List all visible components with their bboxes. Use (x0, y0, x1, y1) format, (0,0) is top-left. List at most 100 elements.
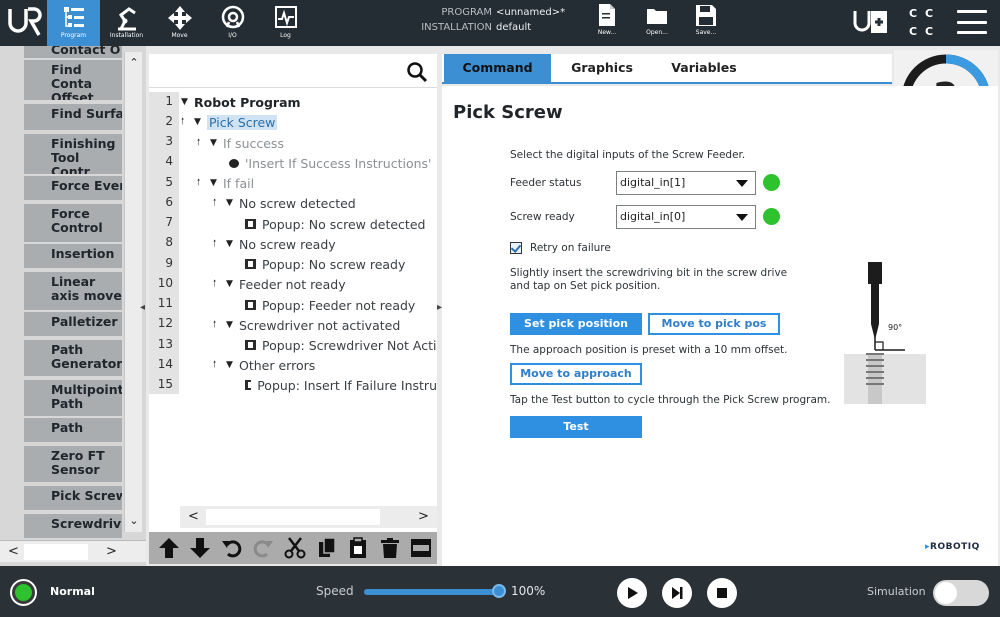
node-item[interactable]: Contact O (24, 46, 122, 58)
line-number: 5 (165, 175, 173, 189)
tree-row[interactable]: Popup: No screw ready (245, 254, 405, 274)
tree-row[interactable]: ▼ Robot Program (181, 92, 301, 112)
node-item[interactable]: Find Conta Offset (24, 60, 122, 100)
tree-row[interactable]: 🠑 ▼ No screw ready (213, 234, 336, 254)
tab-graphics[interactable]: Graphics (552, 54, 652, 82)
scroll-down-icon[interactable]: ⌄ (125, 514, 143, 527)
scroll-left-icon[interactable]: < (188, 509, 199, 524)
node-item[interactable]: Force Even (24, 176, 122, 200)
scroll-left-icon[interactable]: < (8, 544, 19, 559)
tab-command[interactable]: Command (444, 54, 551, 82)
scroll-right-icon[interactable]: > (418, 509, 429, 524)
copy-button[interactable] (311, 533, 343, 563)
redo-button[interactable] (248, 533, 280, 563)
node-list-hscroll[interactable]: < > (0, 540, 146, 562)
cc-letter: C (908, 25, 918, 38)
expand-arrow-icon[interactable]: ▼ (210, 178, 223, 188)
tree-row[interactable]: Popup: Screwdriver Not Acti (245, 335, 437, 355)
new-button[interactable]: New... (590, 3, 624, 43)
node-item[interactable]: Insertion (24, 244, 122, 268)
delete-button[interactable] (374, 533, 406, 563)
screw-ready-value: digital_in[0] (620, 210, 686, 223)
feeder-status-select[interactable]: digital_in[1] (616, 171, 756, 195)
speed-slider-handle[interactable] (492, 584, 506, 598)
paste-button[interactable] (342, 533, 374, 563)
move-down-button[interactable] (185, 533, 217, 563)
node-item[interactable]: Path Generator (24, 340, 122, 376)
node-item[interactable]: Screwdrivi (24, 514, 122, 538)
node-item[interactable]: Find Surfa (24, 104, 122, 130)
node-list-scrollbar[interactable]: ⌃ ⌄ (124, 52, 142, 532)
cc-letter: C (908, 7, 918, 20)
step-button[interactable] (662, 578, 692, 608)
save-button[interactable]: Save... (689, 3, 723, 43)
hamburger-menu-icon[interactable] (957, 10, 987, 34)
line-number: 14 (157, 357, 173, 371)
ur-plus-icon[interactable] (853, 9, 889, 35)
tree-row[interactable]: 🠑 ▼ If success (197, 133, 284, 153)
ur-logo-icon[interactable] (6, 6, 42, 40)
nav-program[interactable]: Program (47, 0, 100, 46)
node-item[interactable]: Palletizer (24, 312, 122, 336)
node-item[interactable]: Path (24, 418, 122, 442)
node-item[interactable]: Force Control (24, 204, 122, 242)
tab-variables[interactable]: Variables (654, 54, 754, 82)
nav-installation[interactable]: Installation (100, 0, 153, 46)
tree-row[interactable]: 🠑 ▼ Other errors (213, 355, 315, 375)
nav-program-label: Program (60, 32, 87, 39)
play-button[interactable] (617, 578, 647, 608)
stop-button[interactable] (707, 578, 737, 608)
nav-log[interactable]: Log (259, 0, 312, 46)
move-to-pick-pos-button[interactable]: Move to pick pos (648, 313, 780, 335)
scroll-up-icon[interactable]: ⌃ (125, 56, 143, 69)
suppress-button[interactable] (406, 533, 438, 563)
scroll-thumb[interactable] (206, 509, 380, 525)
expand-arrow-icon[interactable]: ▼ (181, 97, 194, 107)
expand-arrow-icon[interactable]: ▼ (226, 239, 239, 249)
node-item[interactable]: Pick Screw (24, 486, 122, 510)
copy-icon (318, 537, 336, 557)
test-button[interactable]: Test (510, 416, 642, 438)
tree-hscroll[interactable]: < > (180, 506, 437, 528)
expand-arrow-icon[interactable]: ▼ (210, 138, 223, 148)
open-button[interactable]: Open... (640, 3, 674, 43)
expand-arrow-icon[interactable]: ▼ (226, 320, 239, 330)
cut-button[interactable] (279, 533, 311, 563)
undo-button[interactable] (216, 533, 248, 563)
expand-arrow-icon[interactable]: ▼ (194, 117, 207, 127)
installation-name: default (496, 22, 532, 33)
io-icon (221, 5, 244, 29)
tree-row[interactable]: 'Insert If Success Instructions' (229, 153, 431, 173)
tree-row[interactable]: 🠑 ▼ No screw detected (213, 193, 356, 213)
move-up-button[interactable] (153, 533, 185, 563)
node-item[interactable]: Finishing Tool Contr (24, 134, 122, 174)
collapse-left-icon[interactable]: ◂ (140, 302, 145, 313)
tree-toolbar (149, 532, 437, 564)
tree-row[interactable]: Popup: No screw detected (245, 214, 425, 234)
move-to-approach-button[interactable]: Move to approach (510, 363, 642, 385)
node-item[interactable]: Zero FT Sensor (24, 446, 122, 482)
tree-row[interactable]: Popup: Insert If Failure Instru (245, 375, 437, 395)
tree-row[interactable]: Popup: Feeder not ready (245, 295, 415, 315)
simulation-toggle[interactable] (933, 580, 989, 606)
nav-io[interactable]: I/O (206, 0, 259, 46)
control-mode-indicator[interactable]: C C C C (905, 5, 937, 41)
tree-row[interactable]: 🠑 ▼ If fail (197, 173, 254, 193)
expand-arrow-icon[interactable]: ▼ (226, 279, 239, 289)
node-item[interactable]: Linear axis move (24, 272, 122, 310)
speed-slider[interactable] (364, 589, 501, 595)
scroll-thumb[interactable] (24, 544, 88, 560)
set-pick-position-button[interactable]: Set pick position (510, 313, 642, 335)
retry-on-failure-checkbox[interactable] (510, 242, 522, 254)
node-item[interactable]: Multipoint Path (24, 380, 122, 416)
nav-move[interactable]: Move (153, 0, 206, 46)
scroll-right-icon[interactable]: > (106, 544, 117, 559)
screw-ready-select[interactable]: digital_in[0] (616, 205, 756, 229)
tree-row[interactable]: 🠑 ▼ Feeder not ready (213, 274, 346, 294)
expand-arrow-icon[interactable]: ▼ (226, 198, 239, 208)
tree-row[interactable]: 🠑 ▼ Screwdriver not activated (213, 315, 400, 335)
robot-status-button[interactable] (10, 579, 37, 606)
search-icon[interactable] (406, 61, 428, 83)
tree-row-selected[interactable]: 🠑 ▼ Pick Screw (181, 112, 278, 132)
expand-arrow-icon[interactable]: ▼ (226, 360, 239, 370)
